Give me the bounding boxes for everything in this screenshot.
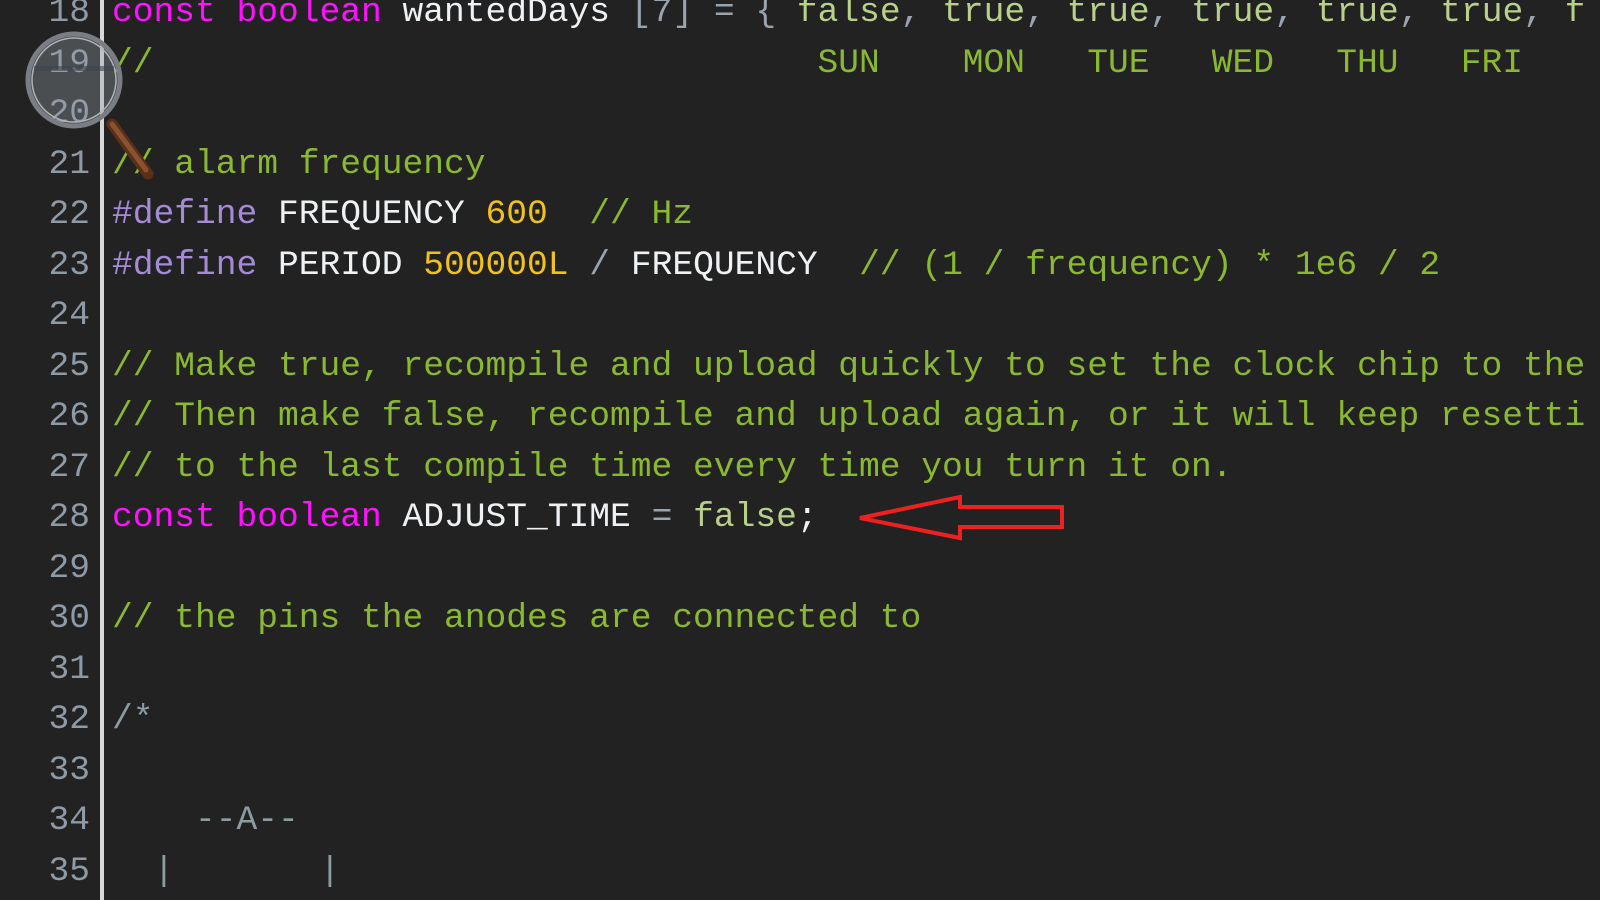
- red-arrow-annotation-icon: [859, 494, 1064, 541]
- code-editor[interactable]: 181920212223242526272829303132333435 con…: [0, 0, 1600, 900]
- magnifier-cursor-icon: [25, 31, 154, 180]
